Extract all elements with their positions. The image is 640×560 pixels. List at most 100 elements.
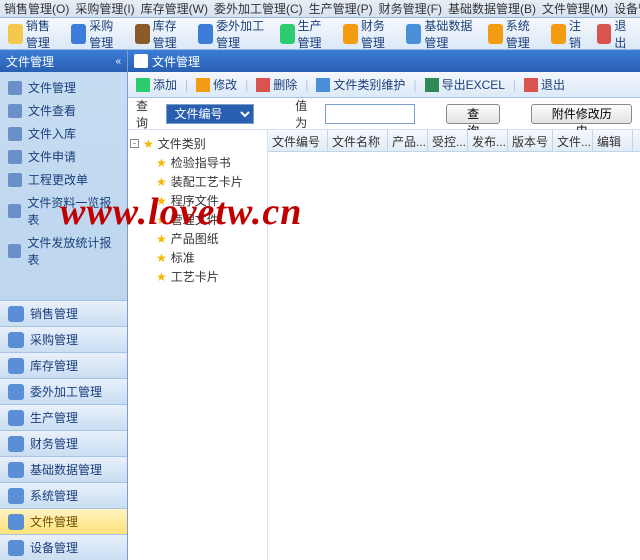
tree-root[interactable]: -★文件类别 <box>130 134 265 153</box>
sidebar-module-bars: 销售管理采购管理库存管理委外加工管理生产管理财务管理基础数据管理系统管理文件管理… <box>0 300 127 560</box>
action-button[interactable]: 修改 <box>192 75 241 94</box>
grid-column-header[interactable]: 文件名称 <box>328 130 388 151</box>
sidebar-item[interactable]: 文件管理 <box>0 76 127 99</box>
sidebar-item[interactable]: 文件入库 <box>0 122 127 145</box>
module-bar[interactable]: 采购管理 <box>0 326 127 352</box>
toolbar-button[interactable]: 系统管理 <box>484 15 545 53</box>
action-icon <box>256 78 270 92</box>
toolbar-label: 库存管理 <box>153 17 189 51</box>
sidebar-item[interactable]: 文件查看 <box>0 99 127 122</box>
tree-node[interactable]: ★工艺卡片 <box>130 267 265 286</box>
module-icon <box>8 358 24 374</box>
action-icon <box>136 78 150 92</box>
grid-column-header[interactable]: 版本号 <box>508 130 553 151</box>
toolbar-label: 采购管理 <box>89 17 125 51</box>
toolbar-button[interactable]: 采购管理 <box>67 15 128 53</box>
grid-column-header[interactable]: 文件编号 <box>268 130 328 151</box>
sidebar-header: 文件管理 « <box>0 50 127 72</box>
collapse-icon[interactable]: « <box>115 56 121 67</box>
toolbar-icon <box>406 24 421 44</box>
action-button[interactable]: 退出 <box>520 75 569 94</box>
grid-column-header[interactable]: 产品... <box>388 130 428 151</box>
toolbar-button[interactable]: 基础数据管理 <box>402 15 481 53</box>
content-title: 文件管理 <box>152 53 200 70</box>
module-bar[interactable]: 委外加工管理 <box>0 378 127 404</box>
toolbar-button[interactable]: 退出 <box>593 15 636 53</box>
toolbar-label: 退出 <box>614 17 632 51</box>
tree-node[interactable]: ★检验指导书 <box>130 153 265 172</box>
sidebar-item[interactable]: 工程更改单 <box>0 168 127 191</box>
action-button[interactable]: 导出EXCEL <box>421 75 509 94</box>
sidebar-item[interactable]: 文件资料一览报表 <box>0 191 127 231</box>
module-bar[interactable]: 销售管理 <box>0 300 127 326</box>
module-bar[interactable]: 基础数据管理 <box>0 456 127 482</box>
module-icon <box>8 488 24 504</box>
tree-node[interactable]: ★标准 <box>130 248 265 267</box>
action-icon <box>196 78 210 92</box>
grid-column-header[interactable]: 文件... <box>553 130 593 151</box>
toolbar-label: 委外加工管理 <box>216 17 270 51</box>
toolbar-button[interactable]: 销售管理 <box>4 15 65 53</box>
toolbar-label: 生产管理 <box>298 17 334 51</box>
content-panel: 文件管理 添加|修改|删除|文件类别维护|导出EXCEL|退出 查询 文件编号 … <box>128 50 640 560</box>
toolbar-button[interactable]: 委外加工管理 <box>194 15 273 53</box>
grid-header: 文件编号文件名称产品...受控...发布...版本号文件...编辑 <box>268 130 640 152</box>
search-bar: 查询 文件编号 值为 查询 附件修改历史 <box>128 98 640 130</box>
data-grid: 文件编号文件名称产品...受控...发布...版本号文件...编辑 <box>268 130 640 560</box>
module-icon <box>8 436 24 452</box>
toolbar-icon <box>551 24 566 44</box>
star-icon: ★ <box>156 213 167 227</box>
content-toolbar: 添加|修改|删除|文件类别维护|导出EXCEL|退出 <box>128 72 640 98</box>
module-icon <box>8 540 24 556</box>
toolbar-icon <box>280 24 295 44</box>
document-icon <box>8 150 22 164</box>
tree-node[interactable]: ★程序文件 <box>130 191 265 210</box>
toolbar-icon <box>71 24 86 44</box>
star-icon: ★ <box>156 194 167 208</box>
module-bar[interactable]: 生产管理 <box>0 404 127 430</box>
grid-column-header[interactable]: 编辑 <box>593 130 633 151</box>
document-icon <box>8 173 22 187</box>
module-bar[interactable]: 系统管理 <box>0 482 127 508</box>
tree-node[interactable]: ★装配工艺卡片 <box>130 172 265 191</box>
module-bar[interactable]: 财务管理 <box>0 430 127 456</box>
query-value-input[interactable] <box>325 104 415 124</box>
star-icon: ★ <box>143 137 154 151</box>
main-toolbar: 销售管理采购管理库存管理委外加工管理生产管理财务管理基础数据管理系统管理注销退出 <box>0 18 640 50</box>
module-icon <box>8 332 24 348</box>
grid-column-header[interactable]: 发布... <box>468 130 508 151</box>
history-button[interactable]: 附件修改历史 <box>531 104 632 124</box>
document-icon <box>8 244 21 258</box>
toolbar-button[interactable]: 生产管理 <box>276 15 337 53</box>
star-icon: ★ <box>156 156 167 170</box>
module-bar[interactable]: 设备管理 <box>0 534 127 560</box>
value-label: 值为 <box>295 97 319 131</box>
module-bar[interactable]: 文件管理 <box>0 508 127 534</box>
window-icon <box>134 54 148 68</box>
toolbar-icon <box>198 24 213 44</box>
action-button[interactable]: 删除 <box>252 75 301 94</box>
action-icon <box>524 78 538 92</box>
sidebar-item[interactable]: 文件申请 <box>0 145 127 168</box>
toolbar-button[interactable]: 财务管理 <box>339 15 400 53</box>
module-icon <box>8 384 24 400</box>
content-header: 文件管理 <box>128 50 640 72</box>
grid-column-header[interactable]: 受控... <box>428 130 468 151</box>
toolbar-icon <box>488 24 503 44</box>
action-button[interactable]: 添加 <box>132 75 181 94</box>
toolbar-label: 基础数据管理 <box>424 17 478 51</box>
tree-node[interactable]: ★管理文件 <box>130 210 265 229</box>
sidebar-item[interactable]: 文件发放统计报表 <box>0 231 127 271</box>
tree-node[interactable]: ★产品图纸 <box>130 229 265 248</box>
toolbar-button[interactable]: 注销 <box>547 15 590 53</box>
toolbar-label: 系统管理 <box>506 17 542 51</box>
toolbar-icon <box>597 24 612 44</box>
toolbar-icon <box>343 24 358 44</box>
action-button[interactable]: 文件类别维护 <box>312 75 409 94</box>
module-bar[interactable]: 库存管理 <box>0 352 127 378</box>
toolbar-icon <box>135 24 150 44</box>
query-field-select[interactable]: 文件编号 <box>166 104 254 124</box>
collapse-icon[interactable]: - <box>130 139 139 148</box>
toolbar-button[interactable]: 库存管理 <box>131 15 192 53</box>
query-button[interactable]: 查询 <box>446 104 500 124</box>
